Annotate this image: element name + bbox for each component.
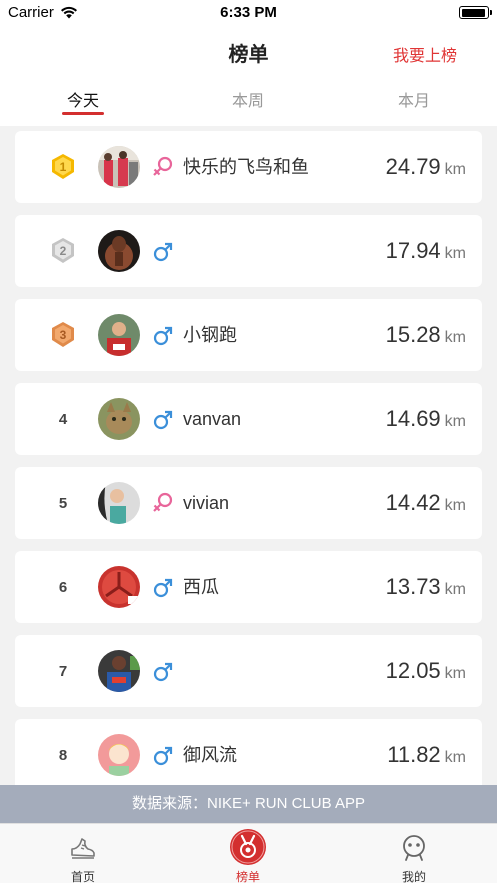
rank-number: 6	[58, 578, 68, 596]
rank-badge: 1	[49, 131, 77, 203]
male-icon	[153, 578, 173, 598]
distance: 17.94 km	[386, 215, 466, 290]
active-tab-indicator	[62, 112, 104, 115]
tabbar-item-home[interactable]: 首页	[33, 824, 133, 883]
avatar	[98, 734, 140, 776]
distance-value: 17.94	[385, 238, 441, 263]
ranking-row[interactable]: 1 快乐的飞鸟和鱼 24.79 km	[15, 131, 482, 203]
distance-unit: km	[444, 161, 466, 178]
runner-name: 西瓜	[183, 577, 219, 597]
distance: 11.82 km	[387, 719, 466, 794]
gold-medal-icon: 1	[52, 154, 74, 179]
distance-value: 15.28	[385, 322, 441, 347]
rank-badge: 2	[49, 215, 77, 287]
bottom-tab-bar: 首页 榜单 我的	[0, 823, 497, 883]
avatar	[98, 146, 140, 188]
male-icon	[153, 746, 173, 766]
distance-unit: km	[444, 497, 466, 514]
tabbar-label: 首页	[70, 870, 95, 883]
tabbar-label: 榜单	[235, 870, 260, 883]
ranking-row[interactable]: 3 小钢跑 15.28 km	[15, 299, 482, 371]
distance-value: 14.42	[385, 490, 441, 515]
face-icon	[403, 835, 425, 861]
data-source-banner: 数据来源：NIKE+ RUN CLUB APP	[0, 785, 497, 823]
ranking-row[interactable]: 6 西瓜 13.73 km	[15, 551, 482, 623]
ranking-row[interactable]: 8 御风流 11.82 km	[15, 719, 482, 791]
distance-unit: km	[444, 665, 466, 682]
rank-number: 8	[58, 746, 68, 764]
rank-number: 4	[58, 410, 68, 428]
distance-unit: km	[444, 749, 466, 766]
runner-name: 小钢跑	[183, 325, 237, 345]
period-tabs: 今天 本周 本月	[0, 78, 497, 126]
ranking-row[interactable]: 5 vivian 14.42 km	[15, 467, 482, 539]
bronze-medal-icon: 3	[52, 322, 74, 347]
medal-icon	[230, 829, 266, 865]
silver-medal-icon: 2	[52, 238, 74, 263]
rank-number: 7	[58, 662, 68, 680]
female-icon	[153, 492, 173, 512]
avatar	[98, 566, 140, 608]
distance-value: 24.79	[385, 154, 441, 179]
runner-name: vivian	[183, 493, 230, 513]
runner-name: 快乐的飞鸟和鱼	[183, 157, 309, 177]
distance: 14.42 km	[386, 467, 466, 542]
avatar	[98, 650, 140, 692]
ranking-row[interactable]: 4 vanvan 14.69 km	[15, 383, 482, 455]
avatar	[98, 398, 140, 440]
rank-number: 3	[60, 328, 67, 342]
tabbar-item-profile[interactable]: 我的	[364, 824, 464, 883]
rank-badge: 3	[49, 299, 77, 371]
female-icon	[153, 156, 173, 176]
distance: 14.69 km	[386, 383, 466, 458]
distance-unit: km	[444, 245, 466, 262]
distance-unit: km	[444, 581, 466, 598]
tab-week[interactable]: 本周	[198, 87, 298, 111]
shoe-icon	[71, 838, 95, 859]
status-time: 6:33 PM	[220, 4, 277, 21]
rank-number: 2	[60, 244, 67, 258]
runner-name: vanvan	[183, 409, 242, 429]
runner-name: 御风流	[183, 745, 237, 765]
battery-icon	[459, 6, 492, 19]
avatar	[98, 230, 140, 272]
male-icon	[153, 326, 173, 346]
male-icon	[153, 242, 173, 262]
distance-unit: km	[444, 329, 466, 346]
distance-value: 11.82	[387, 742, 441, 767]
distance-unit: km	[444, 413, 466, 430]
distance-value: 12.05	[385, 658, 441, 683]
rank-number: 1	[60, 160, 67, 174]
avatar	[98, 314, 140, 356]
tab-month[interactable]: 本月	[364, 87, 464, 111]
nav-bar: 榜单 我要上榜	[0, 26, 497, 78]
tabbar-label: 我的	[401, 870, 426, 883]
join-ranking-button[interactable]: 我要上榜	[393, 42, 457, 66]
status-bar: Carrier 6:33 PM	[0, 0, 497, 26]
male-icon	[153, 410, 173, 430]
distance-value: 13.73	[385, 574, 441, 599]
distance: 15.28 km	[386, 299, 466, 374]
distance: 12.05 km	[386, 635, 466, 710]
avatar	[98, 482, 140, 524]
distance: 13.73 km	[386, 551, 466, 626]
rank-number: 5	[58, 494, 68, 512]
tabbar-item-ranking[interactable]: 榜单	[198, 824, 298, 883]
tab-today[interactable]: 今天	[33, 87, 133, 111]
distance: 24.79 km	[386, 131, 466, 206]
ranking-row[interactable]: 2 17.94 km	[15, 215, 482, 287]
ranking-row[interactable]: 7 12.05 km	[15, 635, 482, 707]
male-icon	[153, 662, 173, 682]
distance-value: 14.69	[385, 406, 441, 431]
